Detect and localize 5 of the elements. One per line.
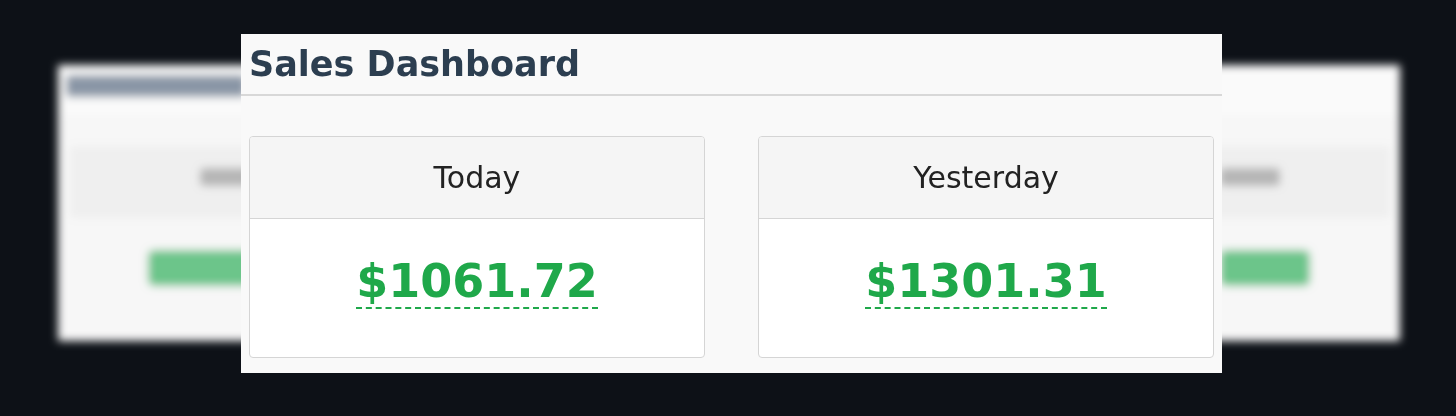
- dashboard-title: Sales Dashboard: [249, 46, 581, 82]
- sales-amount: $1061.72: [356, 255, 598, 309]
- card-label: Yesterday: [913, 159, 1059, 197]
- sales-amount: $1301.31: [865, 255, 1107, 309]
- card-label: Today: [433, 159, 521, 197]
